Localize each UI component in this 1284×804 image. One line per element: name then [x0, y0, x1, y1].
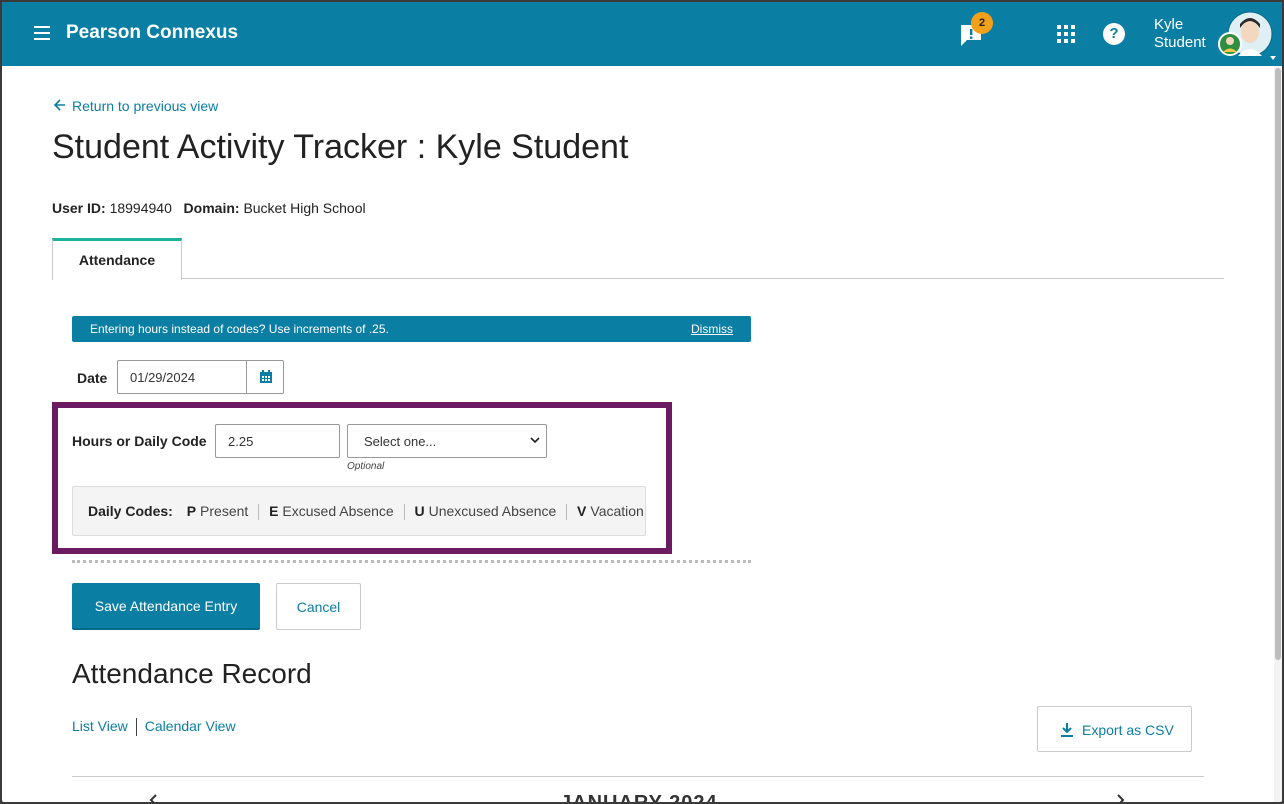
code-separator — [403, 504, 405, 521]
user-id-label: User ID: — [52, 200, 106, 216]
code-text: Excused Absence — [282, 503, 394, 519]
info-banner: Entering hours instead of codes? Use inc… — [72, 316, 751, 342]
help-icon[interactable]: ? — [1103, 23, 1125, 45]
save-attendance-button[interactable]: Save Attendance Entry — [72, 583, 260, 630]
app-window: Pearson Connexus 2 ? Kyle Student Return… — [2, 2, 1282, 802]
arrow-left-icon — [54, 99, 65, 111]
user-id-value: 18994940 — [109, 200, 172, 216]
cancel-button[interactable]: Cancel — [276, 583, 361, 630]
notification-badge: 2 — [971, 12, 993, 34]
user-first-name: Kyle — [1154, 16, 1184, 33]
daily-code-select-value: Select one... — [364, 434, 437, 449]
page-title: Student Activity Tracker : Kyle Student — [52, 128, 629, 166]
export-csv-button[interactable]: Export as CSV — [1037, 706, 1192, 752]
tab-attendance[interactable]: Attendance — [52, 238, 182, 280]
date-input[interactable] — [117, 360, 247, 394]
dismiss-link[interactable]: Dismiss — [691, 322, 733, 336]
dotted-divider — [72, 560, 751, 563]
code-text: Vacation — [590, 503, 644, 519]
calendar-divider — [72, 776, 1204, 777]
code-key: V — [577, 503, 587, 519]
optional-hint: Optional — [347, 461, 385, 472]
code-separator — [258, 504, 260, 521]
daily-code-select[interactable]: Select one... — [347, 424, 547, 458]
chevron-left-icon[interactable] — [148, 794, 160, 802]
code-text: Present — [200, 503, 249, 519]
domain-label: Domain: — [183, 200, 240, 216]
calendar-icon — [260, 370, 272, 383]
date-label: Date — [77, 370, 108, 386]
view-separator — [135, 718, 137, 737]
menu-icon[interactable] — [34, 26, 50, 40]
download-icon — [1061, 723, 1073, 737]
code-separator — [566, 504, 568, 521]
chevron-down-icon — [530, 437, 540, 444]
code-key: P — [186, 503, 197, 519]
apps-grid-icon[interactable] — [1057, 25, 1075, 43]
user-meta: User ID: 18994940 Domain: Bucket High Sc… — [52, 200, 366, 216]
chevron-right-icon[interactable] — [1114, 794, 1126, 802]
code-text: Unexcused Absence — [428, 503, 557, 519]
export-csv-label: Export as CSV — [1082, 722, 1174, 738]
calendar-view-link[interactable]: Calendar View — [145, 718, 236, 734]
user-last-name: Student — [1154, 34, 1206, 51]
return-link-label: Return to previous view — [72, 98, 219, 114]
top-header: Pearson Connexus 2 ? Kyle Student — [2, 2, 1282, 66]
attendance-record-title: Attendance Record — [72, 658, 312, 689]
hours-label: Hours or Daily Code — [72, 433, 207, 449]
banner-text: Entering hours instead of codes? Use inc… — [90, 322, 389, 336]
list-view-link[interactable]: List View — [72, 718, 128, 734]
calendar-button[interactable] — [246, 360, 284, 394]
brand-title: Pearson Connexus — [66, 22, 239, 43]
domain-value: Bucket High School — [243, 200, 366, 216]
daily-codes-legend: Daily Codes: P Present E Excused Absence U… — [72, 486, 646, 536]
return-link[interactable]: Return to previous view — [54, 98, 218, 114]
tabs-divider — [52, 278, 1224, 279]
user-avatar[interactable] — [1214, 10, 1278, 62]
hours-input[interactable] — [215, 424, 340, 458]
code-key: E — [269, 503, 279, 519]
calendar-month: JANUARY 2024 — [560, 792, 718, 802]
daily-codes-label: Daily Codes: — [88, 503, 173, 519]
page-scrollbar-thumb[interactable] — [1275, 68, 1281, 660]
view-switcher: List View Calendar View — [72, 718, 236, 737]
code-key: U — [414, 503, 425, 519]
